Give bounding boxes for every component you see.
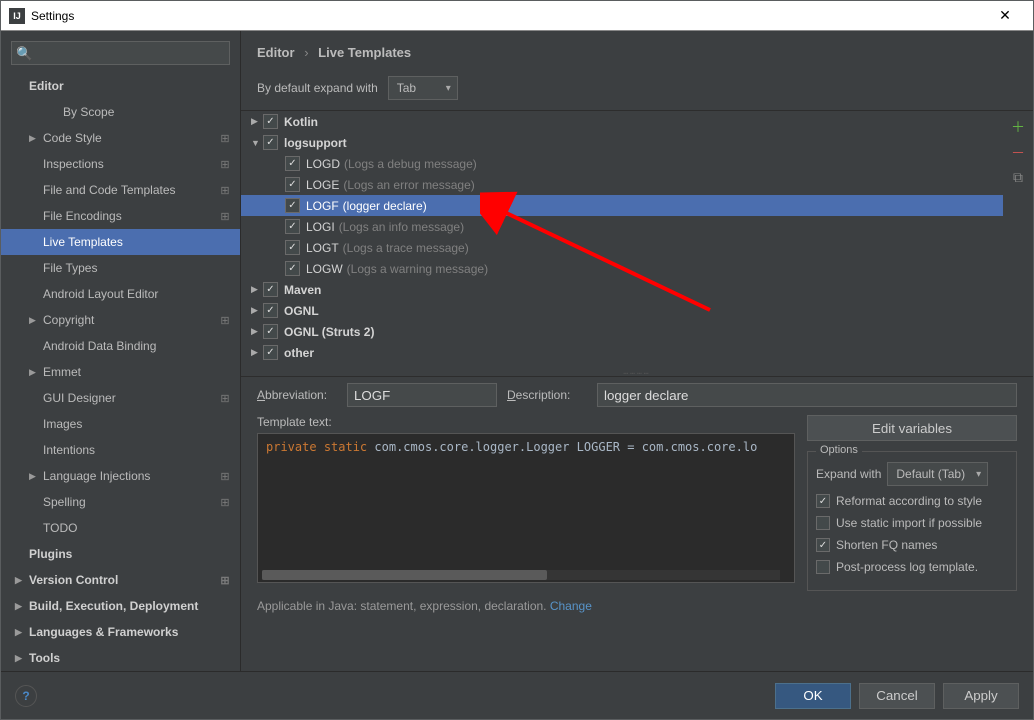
template-group-maven[interactable]: ▶Maven (241, 279, 1003, 300)
breadcrumb-page: Live Templates (318, 45, 411, 60)
template-checkbox[interactable] (285, 198, 300, 213)
sidebar-item-emmet[interactable]: ▶Emmet (1, 359, 240, 385)
template-text-area[interactable]: private static com.cmos.core.logger.Logg… (257, 433, 795, 583)
static-import-label: Use static import if possible (836, 516, 982, 530)
dialog-footer: ? OK Cancel Apply (1, 671, 1033, 719)
close-button[interactable]: ✕ (985, 7, 1025, 24)
group-checkbox[interactable] (263, 324, 278, 339)
settings-sidebar: EditorBy Scope▶Code Style⊞Inspections⊞Fi… (1, 31, 241, 671)
options-box: Options Expand with Default (Tab) Reform… (807, 451, 1017, 591)
sidebar-item-android-data-binding[interactable]: Android Data Binding (1, 333, 240, 359)
template-checkbox[interactable] (285, 261, 300, 276)
sidebar-item-code-style[interactable]: ▶Code Style⊞ (1, 125, 240, 151)
reformat-checkbox[interactable] (816, 494, 830, 508)
app-icon: IJ (9, 8, 25, 24)
copy-template-button[interactable]: ⧉ (1010, 169, 1026, 185)
ok-button[interactable]: OK (775, 683, 851, 709)
template-group-logsupport[interactable]: ▼logsupport (241, 132, 1003, 153)
sidebar-item-build-execution-deployment[interactable]: ▶Build, Execution, Deployment (1, 593, 240, 619)
sidebar-item-intentions[interactable]: Intentions (1, 437, 240, 463)
main-panel: Editor › Live Templates By default expan… (241, 31, 1033, 671)
sidebar-item-android-layout-editor[interactable]: Android Layout Editor (1, 281, 240, 307)
sidebar-item-by-scope[interactable]: By Scope (1, 99, 240, 125)
group-checkbox[interactable] (263, 282, 278, 297)
template-group-ognl-struts-2-[interactable]: ▶OGNL (Struts 2) (241, 321, 1003, 342)
sidebar-item-spelling[interactable]: Spelling⊞ (1, 489, 240, 515)
remove-template-button[interactable]: － (1010, 143, 1026, 159)
edit-variables-button[interactable]: Edit variables (807, 415, 1017, 441)
postprocess-label: Post-process log template. (836, 560, 978, 574)
window-title: Settings (31, 9, 985, 23)
sidebar-item-file-types[interactable]: File Types (1, 255, 240, 281)
sidebar-item-tools[interactable]: ▶Tools (1, 645, 240, 671)
postprocess-checkbox[interactable] (816, 560, 830, 574)
sidebar-item-file-encodings[interactable]: File Encodings⊞ (1, 203, 240, 229)
template-group-kotlin[interactable]: ▶Kotlin (241, 111, 1003, 132)
expand-label: By default expand with (257, 81, 378, 95)
group-checkbox[interactable] (263, 114, 278, 129)
expand-with-label: Expand with (816, 467, 881, 481)
settings-tree[interactable]: EditorBy Scope▶Code Style⊞Inspections⊞Fi… (1, 73, 240, 671)
breadcrumb-section: Editor (257, 45, 295, 60)
template-item-logi[interactable]: LOGI (Logs an info message) (241, 216, 1003, 237)
add-template-button[interactable]: ＋ (1010, 117, 1026, 133)
expand-select[interactable]: Tab (388, 76, 458, 100)
template-item-loge[interactable]: LOGE (Logs an error message) (241, 174, 1003, 195)
template-group-ognl[interactable]: ▶OGNL (241, 300, 1003, 321)
help-button[interactable]: ? (15, 685, 37, 707)
sidebar-item-plugins[interactable]: Plugins (1, 541, 240, 567)
sidebar-item-file-and-code-templates[interactable]: File and Code Templates⊞ (1, 177, 240, 203)
abbreviation-input[interactable] (347, 383, 497, 407)
description-label: Description: (507, 388, 587, 402)
sidebar-item-languages-frameworks[interactable]: ▶Languages & Frameworks (1, 619, 240, 645)
template-text-label: Template text: (257, 415, 795, 429)
code-scrollbar[interactable] (262, 570, 780, 580)
shorten-fq-label: Shorten FQ names (836, 538, 937, 552)
search-input[interactable] (11, 41, 230, 65)
shorten-fq-checkbox[interactable] (816, 538, 830, 552)
breadcrumb: Editor › Live Templates (241, 31, 1033, 70)
apply-button[interactable]: Apply (943, 683, 1019, 709)
sidebar-item-editor[interactable]: Editor (1, 73, 240, 99)
template-group-other[interactable]: ▶other (241, 342, 1003, 363)
sidebar-item-images[interactable]: Images (1, 411, 240, 437)
sidebar-item-live-templates[interactable]: Live Templates (1, 229, 240, 255)
cancel-button[interactable]: Cancel (859, 683, 935, 709)
sidebar-item-gui-designer[interactable]: GUI Designer⊞ (1, 385, 240, 411)
sidebar-item-language-injections[interactable]: ▶Language Injections⊞ (1, 463, 240, 489)
group-checkbox[interactable] (263, 135, 278, 150)
template-item-logf[interactable]: LOGF (logger declare) (241, 195, 1003, 216)
sidebar-item-version-control[interactable]: ▶Version Control⊞ (1, 567, 240, 593)
template-tree[interactable]: ▶Kotlin▼logsupportLOGD (Logs a debug mes… (241, 111, 1003, 370)
template-actions: ＋ － ⧉ (1003, 111, 1033, 370)
template-item-logd[interactable]: LOGD (Logs a debug message) (241, 153, 1003, 174)
reformat-label: Reformat according to style (836, 494, 982, 508)
template-checkbox[interactable] (285, 240, 300, 255)
template-checkbox[interactable] (285, 219, 300, 234)
group-checkbox[interactable] (263, 303, 278, 318)
template-checkbox[interactable] (285, 156, 300, 171)
description-input[interactable] (597, 383, 1017, 407)
options-legend: Options (816, 444, 862, 456)
sidebar-item-todo[interactable]: TODO (1, 515, 240, 541)
static-import-checkbox[interactable] (816, 516, 830, 530)
sidebar-item-inspections[interactable]: Inspections⊞ (1, 151, 240, 177)
template-item-logt[interactable]: LOGT (Logs a trace message) (241, 237, 1003, 258)
change-context-link[interactable]: Change (550, 599, 592, 613)
abbreviation-label: Abbreviation: (257, 388, 337, 402)
titlebar: IJ Settings ✕ (1, 1, 1033, 31)
breadcrumb-sep: › (304, 45, 308, 60)
template-item-logw[interactable]: LOGW (Logs a warning message) (241, 258, 1003, 279)
applicable-contexts: Applicable in Java: statement, expressio… (241, 595, 1033, 623)
sidebar-item-copyright[interactable]: ▶Copyright⊞ (1, 307, 240, 333)
template-checkbox[interactable] (285, 177, 300, 192)
expand-with-select[interactable]: Default (Tab) (887, 462, 988, 486)
group-checkbox[interactable] (263, 345, 278, 360)
